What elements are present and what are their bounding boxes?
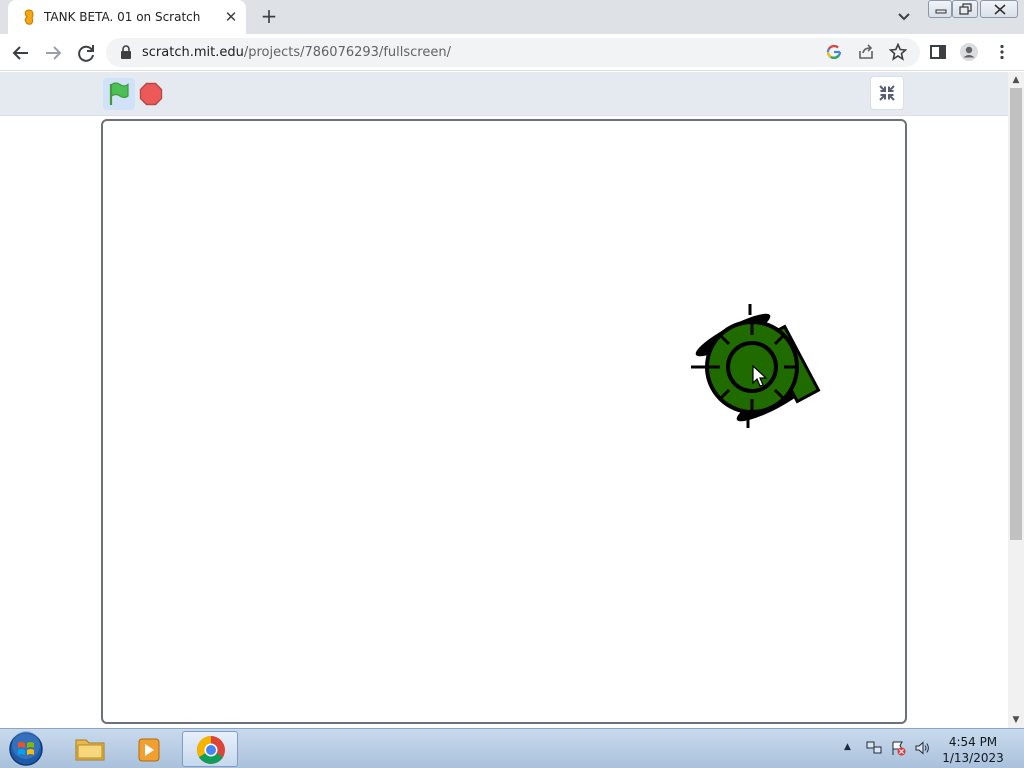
tab-search-chevron-icon[interactable]	[894, 8, 914, 26]
clock-date: 1/13/2023	[942, 751, 1004, 765]
restore-icon	[959, 3, 972, 15]
google-icon[interactable]	[825, 43, 843, 61]
address-bar[interactable]: scratch.mit.edu/projects/786076293/fulls…	[106, 38, 920, 67]
volume-icon[interactable]	[914, 740, 930, 756]
file-explorer-icon	[75, 739, 105, 761]
scroll-up-button[interactable]: ▲	[1008, 72, 1024, 88]
windows-taskbar: ▲ 4:54 PM 1/13/2023	[0, 728, 1024, 768]
bookmark-star-icon[interactable]	[889, 43, 907, 61]
tab-close-button[interactable]: ✕	[222, 8, 240, 26]
exit-fullscreen-icon	[879, 85, 895, 101]
tab-title: TANK BETA. 01 on Scratch	[44, 10, 201, 24]
scroll-thumb[interactable]	[1010, 88, 1022, 540]
minimize-icon	[935, 9, 947, 14]
taskbar-clock[interactable]: 4:54 PM 1/13/2023	[940, 734, 1006, 766]
browser-toolbar: scratch.mit.edu/projects/786076293/fulls…	[0, 34, 1024, 71]
close-icon	[994, 4, 1006, 15]
reload-icon[interactable]	[74, 41, 98, 65]
share-icon[interactable]	[857, 43, 875, 61]
window-close-button[interactable]	[980, 0, 1018, 18]
tab-strip: TANK BETA. 01 on Scratch ✕ +	[0, 0, 1024, 34]
chrome-icon	[197, 736, 225, 764]
taskbar-chrome[interactable]	[182, 731, 238, 767]
new-tab-button[interactable]: +	[258, 6, 280, 28]
windows-start-icon[interactable]	[6, 731, 46, 767]
stop-button[interactable]	[139, 82, 163, 106]
taskbar-media-player[interactable]	[122, 731, 178, 767]
menu-kebab-icon[interactable]	[992, 42, 1012, 62]
page-scrollbar[interactable]: ▲ ▼	[1008, 72, 1024, 728]
profile-icon[interactable]	[959, 42, 979, 62]
network-icon[interactable]	[866, 740, 882, 756]
url-path: /projects/786076293/fullscreen/	[243, 45, 451, 60]
tank-sprite[interactable]	[691, 301, 841, 431]
forward-icon[interactable]	[41, 41, 65, 65]
url-host: scratch.mit.edu	[142, 45, 244, 60]
scratch-player-controls	[0, 72, 1008, 116]
scratch-stage[interactable]	[101, 119, 907, 724]
clock-time: 4:54 PM	[948, 735, 998, 749]
media-player-icon	[138, 738, 160, 762]
tab-scratch-project[interactable]: TANK BETA. 01 on Scratch ✕	[8, 0, 246, 34]
exit-fullscreen-button[interactable]	[870, 76, 904, 110]
scroll-down-button[interactable]: ▼	[1008, 712, 1024, 728]
green-flag-icon	[109, 82, 129, 105]
tray-overflow-button[interactable]: ▲	[844, 742, 851, 752]
side-panel-icon[interactable]	[928, 42, 948, 62]
action-center-flag-icon[interactable]	[890, 740, 906, 756]
scratch-cat-icon	[24, 9, 34, 25]
tank-turret	[726, 341, 778, 393]
window-minimize-button[interactable]	[928, 0, 952, 18]
lock-icon[interactable]	[120, 45, 132, 59]
url-text[interactable]: scratch.mit.edu/projects/786076293/fulls…	[142, 45, 451, 60]
window-restore-button[interactable]	[952, 0, 978, 18]
taskbar-file-explorer[interactable]	[62, 731, 118, 767]
back-icon[interactable]	[9, 41, 33, 65]
green-flag-button[interactable]	[103, 78, 135, 110]
stop-icon	[139, 82, 163, 106]
